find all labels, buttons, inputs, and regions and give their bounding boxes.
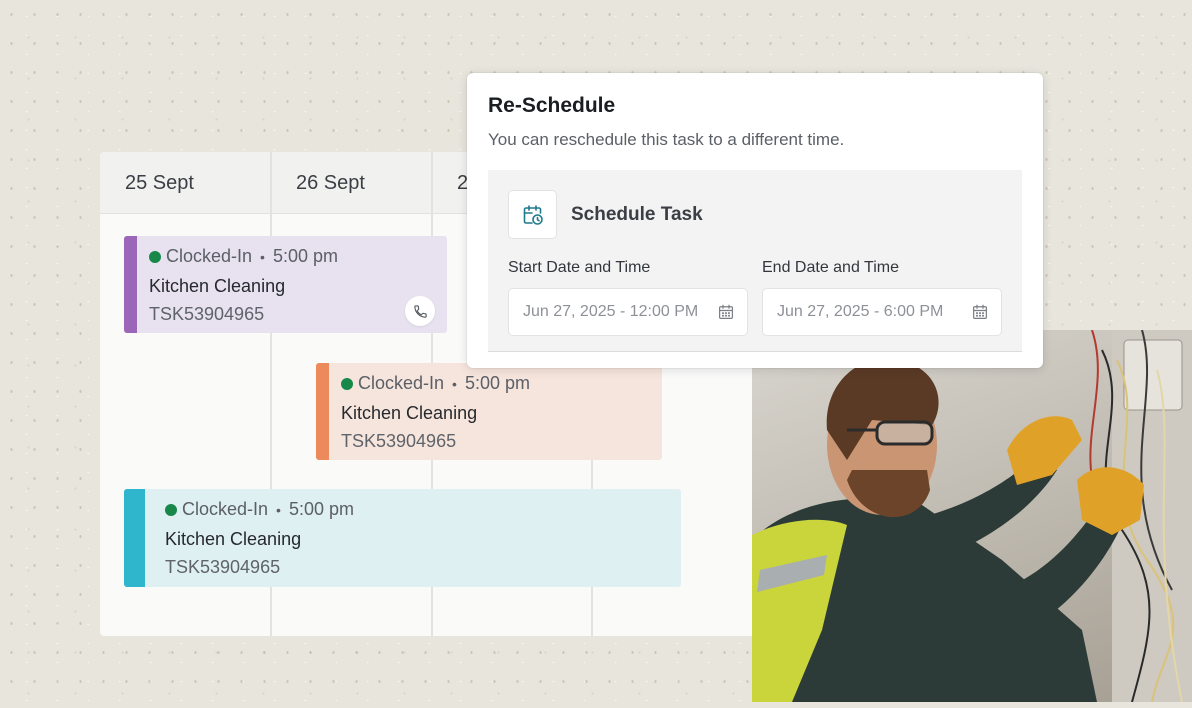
task-name: Kitchen Cleaning [149, 276, 286, 296]
electrician-photo [752, 330, 1192, 702]
task-card[interactable]: Clocked-In • 5:00 pm Kitchen Cleaning TS… [124, 489, 681, 587]
task-status: Clocked-In • 5:00 pm [165, 499, 354, 520]
phone-icon [413, 304, 427, 318]
task-card[interactable]: Clocked-In • 5:00 pm Kitchen Cleaning TS… [316, 363, 662, 460]
task-accent-bar [316, 363, 329, 460]
calendar-icon[interactable] [971, 303, 989, 321]
status-dot [165, 503, 177, 516]
task-time: 5:00 pm [464, 373, 530, 393]
start-date-field[interactable]: Jun 27, 2025 - 12:00 PM [508, 288, 748, 336]
task-code: TSK53904965 [149, 304, 265, 324]
task-name: Kitchen Cleaning [341, 403, 478, 423]
task-status: Clocked-In • 5:00 pm [341, 373, 530, 394]
electrician-illustration [752, 330, 1192, 702]
task-name: Kitchen Cleaning [165, 529, 302, 549]
panel-title: Schedule Task [571, 204, 703, 225]
dialog-title: Re-Schedule [488, 94, 616, 117]
status-dot [341, 377, 353, 390]
task-accent-bar [124, 489, 145, 587]
status-label: Clocked-In [358, 373, 445, 393]
reschedule-dialog: Re-Schedule You can reschedule this task… [467, 73, 1043, 368]
task-status: Clocked-In • 5:00 pm [149, 246, 338, 267]
calendar-icon[interactable] [717, 303, 735, 321]
task-time: 5:00 pm [272, 246, 338, 266]
task-time: 5:00 pm [288, 499, 354, 519]
calendar-clock-icon [523, 204, 543, 225]
schedule-icon-tile [508, 190, 557, 239]
end-date-value: Jun 27, 2025 - 6:00 PM [777, 303, 944, 320]
separator: • [276, 501, 281, 518]
start-date-value: Jun 27, 2025 - 12:00 PM [523, 303, 699, 320]
separator: • [452, 375, 457, 392]
task-code: TSK53904965 [341, 431, 457, 451]
day-header-25: 25 Sept [125, 171, 194, 194]
end-date-label: End Date and Time [762, 259, 899, 276]
end-date-field[interactable]: Jun 27, 2025 - 6:00 PM [762, 288, 1002, 336]
dialog-subtitle: You can reschedule this task to a differ… [488, 130, 845, 149]
task-card[interactable]: Clocked-In • 5:00 pm Kitchen Cleaning TS… [124, 236, 447, 333]
schedule-task-panel: Schedule Task Start Date and Time Jun 27… [488, 170, 1022, 352]
day-header-26: 26 Sept [296, 171, 365, 194]
status-label: Clocked-In [182, 499, 269, 519]
status-label: Clocked-In [166, 246, 253, 266]
task-accent-bar [124, 236, 137, 333]
separator: • [260, 248, 265, 265]
call-button[interactable] [405, 296, 435, 326]
start-date-label: Start Date and Time [508, 259, 651, 276]
task-code: TSK53904965 [165, 557, 281, 577]
status-dot [149, 250, 161, 263]
